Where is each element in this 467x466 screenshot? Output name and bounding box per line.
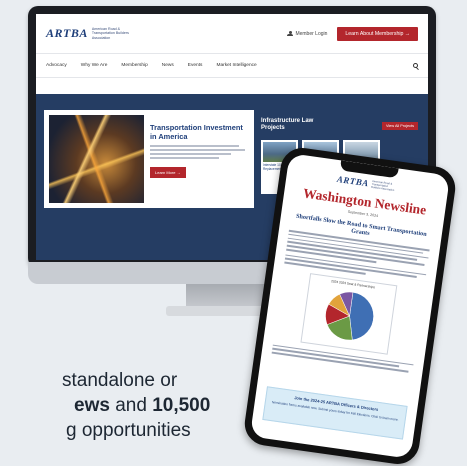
nav-item-events[interactable]: Events xyxy=(188,63,203,68)
person-icon xyxy=(287,30,294,37)
site-header: ARTBA American Road & Transportation Bui… xyxy=(36,14,428,54)
logo-subtitle: American Road & Transportation Builders … xyxy=(371,179,395,192)
callout-box[interactable]: Join the 2024-25 ARTBA Officers & Direct… xyxy=(262,386,408,440)
promo-and: and xyxy=(109,395,153,416)
nav-item-market-intelligence[interactable]: Market Intelligence xyxy=(216,63,256,68)
pie-chart-figure: 2024 2023 Seat & Partnerships xyxy=(300,272,398,355)
iija-section-title: Infrastructure Law Projects xyxy=(261,118,314,131)
nav-item-advocacy[interactable]: Advocacy xyxy=(46,63,67,68)
member-login-label: Member Login xyxy=(295,30,328,37)
feature-card[interactable]: Transportation Investment in America Lea… xyxy=(44,110,254,208)
feature-text xyxy=(150,145,249,159)
artba-logo[interactable]: ARTBA American Road & Transportation Bui… xyxy=(46,26,132,41)
learn-membership-button[interactable]: Learn About Membership → xyxy=(337,26,418,41)
article-paragraph xyxy=(271,344,414,373)
view-all-projects-button[interactable]: View All Projects xyxy=(382,122,418,130)
promo-count: 10,500 xyxy=(152,395,211,416)
newsletter-screen: ARTBA American Road & Transportation Bui… xyxy=(249,153,451,459)
nav-item-membership[interactable]: Membership xyxy=(121,63,147,68)
logo-mark: ARTBA xyxy=(336,174,370,189)
member-login-link[interactable]: Member Login xyxy=(287,30,328,37)
logo-subtitle: American Road & Transportation Builders … xyxy=(91,27,129,40)
nav-item-news[interactable]: News xyxy=(162,63,174,68)
promo-views: ews xyxy=(74,395,110,416)
highway-interchange-image xyxy=(49,115,144,203)
feature-title: Transportation Investment in America xyxy=(150,123,243,141)
site-nav: Advocacy Why We Are Membership News Even… xyxy=(36,54,428,78)
learn-more-button[interactable]: Learn More → xyxy=(150,167,186,178)
pie-chart xyxy=(325,291,374,340)
logo-mark: ARTBA xyxy=(46,26,88,40)
nav-item-who-we-are[interactable]: Why We Are xyxy=(81,63,108,68)
search-icon[interactable] xyxy=(413,63,418,68)
